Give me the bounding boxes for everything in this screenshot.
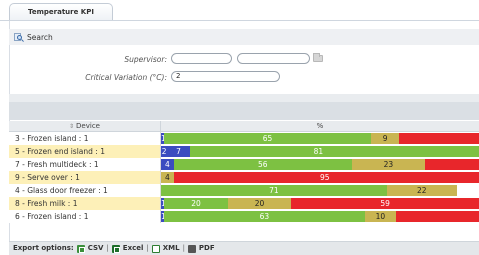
device-cell: 5 - Frozen end island : 1	[9, 145, 161, 158]
bar-segment-green: 20	[164, 198, 228, 209]
percent-bar: 71 22	[161, 185, 479, 196]
bar-segment-olive: 4	[161, 172, 174, 183]
bar-segment-red: 59	[291, 198, 479, 209]
browse-folder-icon[interactable]	[313, 53, 323, 62]
bar-segment-red: 95	[173, 172, 476, 183]
csv-icon[interactable]	[76, 244, 85, 253]
bar-segment-green	[447, 146, 479, 157]
filter-separator	[9, 94, 479, 102]
bar-segment-olive: 23	[351, 159, 425, 170]
export-pdf-link[interactable]: PDF	[199, 242, 215, 255]
bar-segment-green: 65	[164, 133, 371, 144]
bar-segment-olive: 22	[386, 185, 457, 196]
search-icon	[14, 32, 25, 42]
export-options-label: Export options:	[13, 244, 74, 252]
grid-body: 3 - Frozen island : 1 1 65 9 5 - Frozen end …	[9, 132, 479, 223]
table-row[interactable]: 8 - Fresh milk : 1 1 20 20 59	[9, 197, 479, 210]
bar-segment-olive: 10	[364, 211, 397, 222]
bar-segment-red	[424, 159, 479, 170]
device-cell: 9 - Serve over : 1	[9, 171, 161, 184]
pdf-icon[interactable]	[187, 244, 196, 253]
device-cell: 6 - Frozen island : 1	[9, 210, 161, 223]
supervisor-label: Supervisor:	[124, 55, 167, 64]
export-csv-link[interactable]: CSV	[88, 242, 104, 255]
excel-icon[interactable]	[111, 244, 120, 253]
grid-header: ⇕ Device %	[9, 121, 479, 132]
device-cell: 7 - Fresh multideck : 1	[9, 158, 161, 171]
device-cell: 3 - Frozen island : 1	[9, 132, 161, 145]
percent-bar: 1 65 9	[161, 133, 479, 144]
percent-bar: 1 63 10	[161, 211, 479, 222]
percent-bar: 4 95	[161, 172, 479, 183]
device-cell: 4 - Glass door freezer : 1	[9, 184, 161, 197]
percent-column-header[interactable]: %	[161, 121, 479, 132]
bar-segment-olive: 9	[370, 133, 400, 144]
search-label: Search	[27, 32, 53, 42]
bar-segment-green: 81	[189, 146, 448, 157]
table-row[interactable]: 5 - Frozen end island : 1 2 7 81	[9, 145, 479, 158]
table-row[interactable]: 4 - Glass door freezer : 1 71 22	[9, 184, 479, 197]
bar-segment-red	[399, 133, 479, 144]
search-toolbar	[9, 29, 479, 45]
bar-segment-green: 63	[164, 211, 365, 222]
kpi-grid: ⇕ Device % 3 - Frozen island : 1 1 65 9 5 - F…	[9, 121, 479, 223]
bar-segment-red	[396, 211, 479, 222]
critical-variation-input[interactable]: 2	[171, 71, 280, 82]
bar-segment-blue: 7	[167, 146, 190, 157]
table-row[interactable]: 6 - Frozen island : 1 1 63 10	[9, 210, 479, 223]
bar-segment-green: 71	[161, 185, 387, 196]
table-row[interactable]: 7 - Fresh multideck : 1 4 56 23	[9, 158, 479, 171]
xml-icon[interactable]	[151, 244, 160, 253]
export-xml-link[interactable]: XML	[163, 242, 180, 255]
tab-temperature-kpi[interactable]: Temperature KPI	[9, 3, 113, 21]
supervisor-input-1[interactable]	[171, 53, 232, 64]
table-row[interactable]: 9 - Serve over : 1 4 95	[9, 171, 479, 184]
bar-segment-green: 56	[173, 159, 352, 170]
percent-bar: 4 56 23	[161, 159, 479, 170]
supervisor-input-2[interactable]	[237, 53, 310, 64]
device-column-header[interactable]: ⇕ Device	[9, 121, 161, 132]
table-row[interactable]: 3 - Frozen island : 1 1 65 9	[9, 132, 479, 145]
search-button[interactable]: Search	[14, 31, 53, 43]
export-excel-link[interactable]: Excel	[123, 242, 144, 255]
bar-segment-olive: 20	[227, 198, 292, 209]
percent-bar: 1 20 20 59	[161, 198, 479, 209]
device-cell: 8 - Fresh milk : 1	[9, 197, 161, 210]
grid-toolbar	[9, 102, 479, 120]
bar-segment-blue: 4	[161, 159, 174, 170]
export-footer: Export options: CSV | Excel | XML | PDF	[9, 241, 479, 255]
sort-icon: ⇕	[69, 123, 75, 130]
critical-variation-label: Critical Variation (°C):	[85, 73, 167, 82]
percent-bar: 2 7 81	[161, 146, 479, 157]
tab-bar: Temperature KPI	[0, 0, 479, 21]
